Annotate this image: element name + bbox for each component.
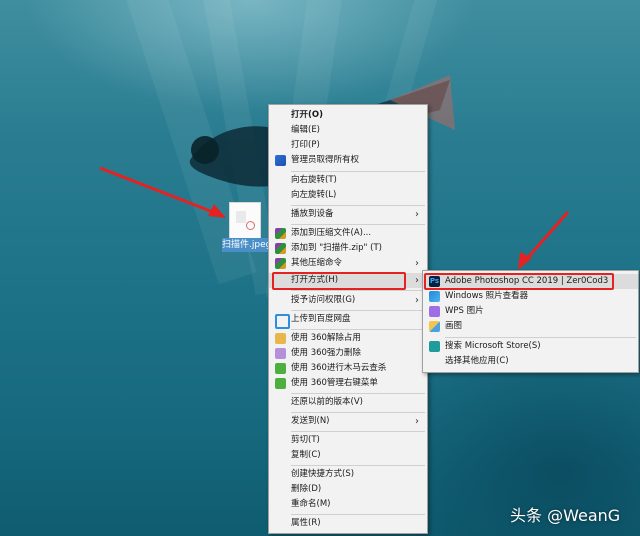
menu-item-360-unlock[interactable]: 使用 360解除占用 <box>269 331 427 346</box>
chevron-right-icon: › <box>415 295 419 306</box>
store-icon <box>429 341 440 352</box>
open-with-paint[interactable]: 画图 <box>423 319 638 334</box>
menu-item-label: 编辑(E) <box>291 125 321 135</box>
menu-item-label: 属性(R) <box>291 518 321 528</box>
paint-icon <box>429 321 440 332</box>
file-thumbnail-mark <box>246 221 255 230</box>
menu-item-label: 还原以前的版本(V) <box>291 397 363 407</box>
menu-item-open[interactable]: 打开(O) <box>269 108 427 123</box>
chevron-right-icon: › <box>415 416 419 427</box>
menu-item-copy[interactable]: 复制(C) <box>269 448 427 463</box>
menu-item-360-force-delete[interactable]: 使用 360强力删除 <box>269 346 427 361</box>
shield-icon <box>275 155 286 166</box>
cloud-icon <box>275 314 290 329</box>
menu-item-label: 上传到百度网盘 <box>291 314 351 324</box>
arrow-to-file <box>99 166 219 216</box>
menu-item-label: 使用 360进行木马云查杀 <box>291 363 387 373</box>
menu-item-label: 打开(O) <box>291 110 323 120</box>
menu-separator <box>445 337 636 338</box>
archive-icon <box>275 243 286 254</box>
watermark: 头条 @WeanG <box>510 506 621 525</box>
menu-item-label: 添加到压缩文件(A)... <box>291 228 372 238</box>
archive-icon <box>275 228 286 239</box>
menu-item-label: Windows 照片查看器 <box>445 291 529 301</box>
file-name-label[interactable]: 扫描件.jpeg <box>222 238 268 252</box>
arrow-to-file-head <box>208 204 226 218</box>
menu-item-label: 删除(D) <box>291 484 322 494</box>
menu-item-take-ownership[interactable]: 管理员取得所有权 <box>269 153 427 168</box>
menu-item-upload-baidu[interactable]: 上传到百度网盘 <box>269 312 427 329</box>
menu-item-properties[interactable]: 属性(R) <box>269 516 427 531</box>
menu-item-360-manage-menu[interactable]: 使用 360管理右键菜单 <box>269 376 427 391</box>
menu-item-label: 向左旋转(L) <box>291 190 337 200</box>
menu-item-label: 使用 360强力删除 <box>291 348 361 358</box>
menu-separator <box>291 171 425 172</box>
menu-item-label: 其他压缩命令 <box>291 258 343 268</box>
menu-item-label: 授予访问权限(G) <box>291 295 356 305</box>
menu-separator <box>291 465 425 466</box>
menu-item-label: 搜索 Microsoft Store(S) <box>445 341 541 351</box>
menu-item-label: 发送到(N) <box>291 416 330 426</box>
open-with-photo-viewer[interactable]: Windows 照片查看器 <box>423 289 638 304</box>
menu-separator <box>291 224 425 225</box>
menu-item-add-to-archive[interactable]: 添加到压缩文件(A)... <box>269 226 427 241</box>
file-thumbnail <box>236 211 246 223</box>
menu-separator <box>291 514 425 515</box>
delete-360-icon <box>275 348 286 359</box>
archive-icon <box>275 258 286 269</box>
menu-separator <box>291 290 425 291</box>
menu-item-create-shortcut[interactable]: 创建快捷方式(S) <box>269 467 427 482</box>
menu-item-label: 选择其他应用(C) <box>445 356 509 366</box>
menu-item-360-trojan-scan[interactable]: 使用 360进行木马云查杀 <box>269 361 427 376</box>
context-menu: 打开(O) 编辑(E) 打印(P) 管理员取得所有权 向右旋转(T) 向左旋转(… <box>268 104 428 534</box>
image-file-icon[interactable] <box>229 202 261 240</box>
menu-item-label: 复制(C) <box>291 450 321 460</box>
menu-separator <box>291 431 425 432</box>
chevron-right-icon: › <box>415 275 419 286</box>
menu-item-label: 播放到设备 <box>291 209 334 219</box>
annotation-box-open-with <box>272 272 406 290</box>
menu-item-label: 使用 360解除占用 <box>291 333 361 343</box>
menu-item-give-access[interactable]: 授予访问权限(G) › <box>269 293 427 308</box>
menu-item-rename[interactable]: 重命名(M) <box>269 497 427 512</box>
menu-item-edit[interactable]: 编辑(E) <box>269 123 427 138</box>
menu-item-label: 创建快捷方式(S) <box>291 469 355 479</box>
open-with-store-search[interactable]: 搜索 Microsoft Store(S) <box>423 339 638 354</box>
open-with-wps[interactable]: WPS 图片 <box>423 304 638 319</box>
menu-item-rotate-right[interactable]: 向右旋转(T) <box>269 173 427 188</box>
menu-separator <box>291 412 425 413</box>
photo-viewer-icon <box>429 291 440 302</box>
menu-item-delete[interactable]: 删除(D) <box>269 482 427 497</box>
menu-item-other-compression[interactable]: 其他压缩命令 › <box>269 256 427 271</box>
menu-item-print[interactable]: 打印(P) <box>269 138 427 153</box>
menu-item-cast-to-device[interactable]: 播放到设备 › <box>269 207 427 222</box>
menu-item-add-to-zip[interactable]: 添加到 "扫描件.zip" (T) <box>269 241 427 256</box>
menu-item-label: WPS 图片 <box>445 306 484 316</box>
menu-separator <box>291 393 425 394</box>
menu-item-label: 管理员取得所有权 <box>291 155 360 165</box>
chevron-right-icon: › <box>415 209 419 220</box>
menu-item-label: 向右旋转(T) <box>291 175 337 185</box>
wps-icon <box>429 306 440 317</box>
menu-separator <box>291 205 425 206</box>
open-with-choose-other[interactable]: 选择其他应用(C) <box>423 354 638 369</box>
menu-separator <box>291 310 425 311</box>
menu-item-send-to[interactable]: 发送到(N) › <box>269 414 427 429</box>
menu-item-cut[interactable]: 剪切(T) <box>269 433 427 448</box>
menu-item-label: 剪切(T) <box>291 435 320 445</box>
manage-360-icon <box>275 378 286 389</box>
menu-item-label: 使用 360管理右键菜单 <box>291 378 378 388</box>
scan-360-icon <box>275 363 286 374</box>
menu-separator <box>291 329 425 330</box>
menu-item-label: 打印(P) <box>291 140 320 150</box>
chevron-right-icon: › <box>415 258 419 269</box>
menu-item-rotate-left[interactable]: 向左旋转(L) <box>269 188 427 203</box>
annotation-box-photoshop <box>424 273 614 290</box>
arrow-to-photoshop <box>522 211 570 263</box>
menu-item-label: 画图 <box>445 321 463 331</box>
unlock-360-icon <box>275 333 286 344</box>
menu-item-label: 添加到 "扫描件.zip" (T) <box>291 243 382 253</box>
menu-item-restore-previous[interactable]: 还原以前的版本(V) <box>269 395 427 410</box>
menu-item-label: 重命名(M) <box>291 499 331 509</box>
